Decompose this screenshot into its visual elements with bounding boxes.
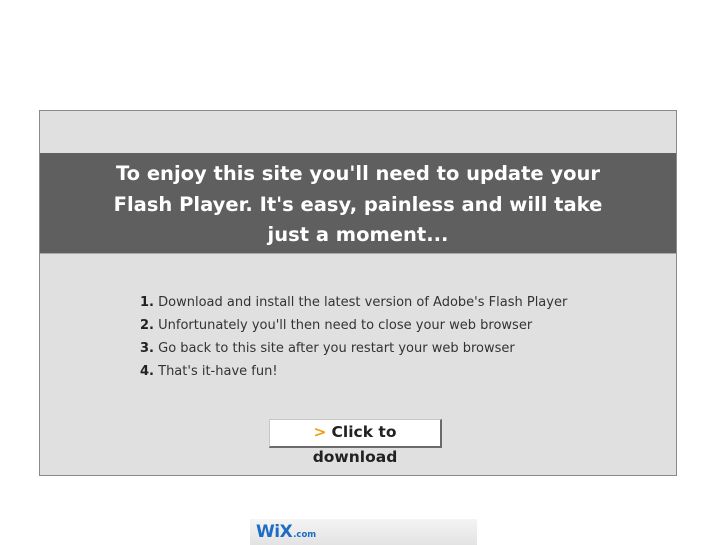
update-message: To enjoy this site you'll need to update… — [113, 162, 603, 246]
flash-update-panel: To enjoy this site you'll need to update… — [39, 110, 677, 476]
instruction-list: 1. Download and install the latest versi… — [140, 291, 567, 383]
wix-logo-dotcom: .com — [293, 530, 317, 540]
instruction-step-2: 2. Unfortunately you'll then need to clo… — [140, 314, 567, 337]
instruction-step-4: 4. That's it-have fun! — [140, 360, 567, 383]
update-banner: To enjoy this site you'll need to update… — [40, 153, 676, 254]
step-text: That's it-have fun! — [158, 364, 278, 379]
step-number: 3. — [140, 341, 154, 356]
step-text: Unfortunately you'll then need to close … — [158, 318, 533, 333]
click-to-download-button[interactable]: > Click to download — [269, 419, 442, 466]
wix-footer-banner[interactable]: WiX.com — [250, 519, 477, 545]
wix-logo: WiX.com — [256, 522, 316, 542]
arrow-right-icon: > — [313, 423, 327, 441]
step-text: Go back to this site after you restart y… — [158, 341, 515, 356]
instruction-step-1: 1. Download and install the latest versi… — [140, 291, 567, 314]
wix-logo-text: WiX — [256, 522, 293, 542]
instruction-step-3: 3. Go back to this site after you restar… — [140, 337, 567, 360]
step-number: 1. — [140, 295, 154, 310]
step-number: 2. — [140, 318, 154, 333]
step-text: Download and install the latest version … — [158, 295, 568, 310]
step-number: 4. — [140, 364, 154, 379]
